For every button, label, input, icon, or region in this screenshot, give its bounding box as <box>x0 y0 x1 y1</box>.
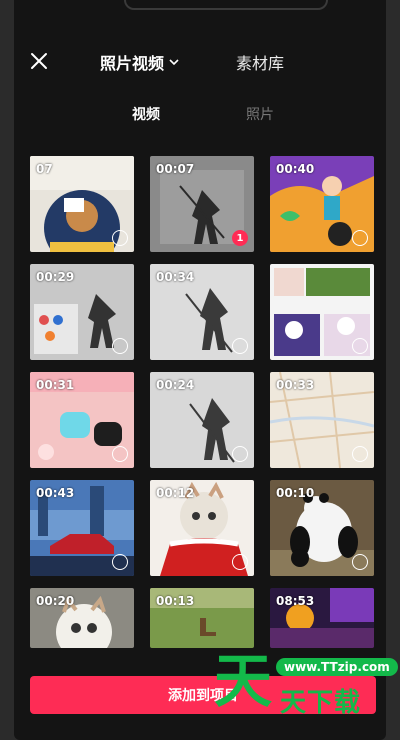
duration-label: 00:29 <box>36 270 75 284</box>
media-item[interactable]: 00:29 <box>30 264 134 360</box>
media-item[interactable]: 00:40 <box>270 156 374 252</box>
media-type-tabs: 视频 照片 <box>14 104 386 128</box>
media-item[interactable]: 00:20 <box>30 588 134 648</box>
duration-label: 00:34 <box>156 270 195 284</box>
duration-label: 00:20 <box>36 594 75 608</box>
select-circle[interactable] <box>112 446 128 462</box>
select-circle[interactable] <box>232 338 248 354</box>
close-icon[interactable] <box>28 50 50 72</box>
duration-label: 00:07 <box>156 162 195 176</box>
duration-label: 08:53 <box>276 594 315 608</box>
select-circle[interactable] <box>352 554 368 570</box>
media-item[interactable]: 00:33 <box>270 372 374 468</box>
media-item[interactable]: 00:43 <box>30 480 134 576</box>
subtab-photo[interactable]: 照片 <box>246 104 274 124</box>
media-item[interactable] <box>270 264 374 360</box>
duration-label: 00:10 <box>276 486 315 500</box>
select-circle[interactable] <box>112 230 128 246</box>
duration-label: 00:40 <box>276 162 315 176</box>
select-circle[interactable]: 1 <box>232 230 248 246</box>
select-circle[interactable] <box>112 338 128 354</box>
duration-label: 00:24 <box>156 378 195 392</box>
select-circle[interactable] <box>352 338 368 354</box>
media-item[interactable]: 00:12 <box>150 480 254 576</box>
duration-label: 07 <box>36 162 53 176</box>
media-item[interactable]: 00:10 <box>270 480 374 576</box>
select-circle[interactable] <box>232 554 248 570</box>
tab-material-library[interactable]: 素材库 <box>236 50 284 74</box>
media-item[interactable]: 08:53 <box>270 588 374 648</box>
phone-screen: 照片视频 素材库 视频 照片 07 00:07 1 00:40 00:29 00… <box>14 0 386 740</box>
duration-label: 00:43 <box>36 486 75 500</box>
top-bar: 照片视频 素材库 <box>14 46 386 80</box>
chevron-down-icon <box>168 53 180 72</box>
phone-notch <box>124 0 328 10</box>
tab-photo-video-label: 照片视频 <box>100 54 165 73</box>
add-to-project-button[interactable]: 添加到项目 <box>30 676 376 714</box>
select-circle[interactable] <box>352 446 368 462</box>
subtab-video[interactable]: 视频 <box>132 104 160 124</box>
media-item[interactable]: 07 <box>30 156 134 252</box>
duration-label: 00:31 <box>36 378 75 392</box>
media-item[interactable]: 00:24 <box>150 372 254 468</box>
duration-label: 00:33 <box>276 378 315 392</box>
tab-photo-video[interactable]: 照片视频 <box>100 50 180 74</box>
select-circle[interactable] <box>352 230 368 246</box>
duration-label: 00:12 <box>156 486 195 500</box>
select-circle[interactable] <box>112 554 128 570</box>
select-circle[interactable] <box>232 446 248 462</box>
media-item[interactable]: 00:13 <box>150 588 254 648</box>
duration-label: 00:13 <box>156 594 195 608</box>
media-item[interactable]: 00:31 <box>30 372 134 468</box>
media-item[interactable]: 00:07 1 <box>150 156 254 252</box>
media-item[interactable]: 00:34 <box>150 264 254 360</box>
